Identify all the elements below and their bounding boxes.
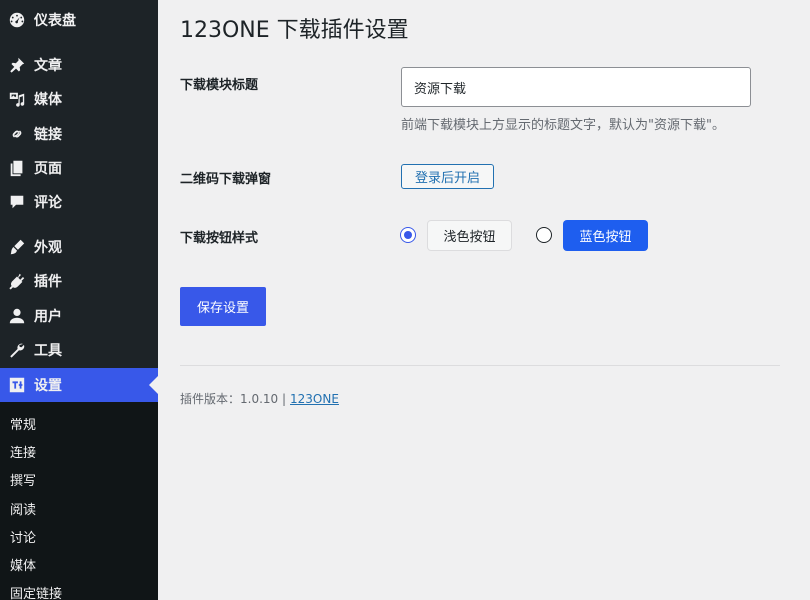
sidebar-item-label: 设置 <box>34 378 62 394</box>
sidebar-item-pages[interactable]: 页面 <box>0 151 158 185</box>
wrench-icon <box>7 340 27 360</box>
settings-submenu: 常规 连接 撰写 阅读 讨论 媒体 固定链接 <box>0 402 158 600</box>
sidebar-item-label: 仪表盘 <box>34 13 76 29</box>
divider <box>180 365 780 366</box>
footer: 插件版本：1.0.10 | 123ONE <box>180 390 339 407</box>
blue-style-option[interactable]: 蓝色按钮 <box>563 220 648 251</box>
main-content: 123ONE 下载插件设置 下载模块标题 前端下载模块上方显示的标题文字，默认为… <box>158 0 810 600</box>
version-text: 插件版本：1.0.10 | <box>180 392 287 406</box>
admin-sidebar: 仪表盘 文章 媒体 链接 页面 评论 外观 插件 用户 工具 设置 常规 连接 … <box>0 0 158 600</box>
sidebar-item-label: 插件 <box>34 274 62 290</box>
sidebar-item-plugins[interactable]: 插件 <box>0 264 158 298</box>
settings-icon <box>7 375 27 395</box>
sidebar-item-label: 文章 <box>34 58 62 74</box>
comment-icon <box>7 192 27 212</box>
sidebar-item-comments[interactable]: 评论 <box>0 185 158 219</box>
sidebar-item-label: 外观 <box>34 240 62 256</box>
qr-field-label: 二维码下载弹窗 <box>180 172 272 187</box>
submenu-item-permalinks[interactable]: 固定链接 <box>10 583 62 600</box>
sidebar-item-label: 链接 <box>34 127 62 143</box>
radio-blue-style[interactable] <box>536 227 552 243</box>
plugin-link[interactable]: 123ONE <box>290 392 339 406</box>
submenu-item-media[interactable]: 媒体 <box>10 555 36 574</box>
sidebar-item-users[interactable]: 用户 <box>0 299 158 333</box>
sidebar-item-label: 媒体 <box>34 92 62 108</box>
submenu-item-reading[interactable]: 阅读 <box>10 499 36 518</box>
sidebar-item-label: 页面 <box>34 161 62 177</box>
sidebar-item-dashboard[interactable]: 仪表盘 <box>0 3 158 37</box>
sidebar-item-links[interactable]: 链接 <box>0 117 158 151</box>
submenu-item-general[interactable]: 常规 <box>10 414 36 433</box>
dashboard-icon <box>7 10 27 30</box>
media-icon <box>7 89 27 109</box>
link-icon <box>7 124 27 144</box>
title-input[interactable] <box>401 67 751 107</box>
sidebar-item-media[interactable]: 媒体 <box>0 82 158 116</box>
pin-icon <box>7 55 27 75</box>
submenu-item-discussion[interactable]: 讨论 <box>10 527 36 546</box>
title-field-label: 下载模块标题 <box>180 78 259 93</box>
style-field-label: 下载按钮样式 <box>180 231 259 246</box>
sidebar-item-settings[interactable]: 设置 <box>0 368 158 402</box>
sidebar-item-label: 工具 <box>34 343 62 359</box>
save-settings-button[interactable]: 保存设置 <box>180 287 266 326</box>
page-title: 123ONE 下载插件设置 <box>180 18 409 43</box>
page-icon <box>7 158 27 178</box>
qr-login-toggle-button[interactable]: 登录后开启 <box>401 164 495 189</box>
radio-light-style[interactable] <box>400 227 416 243</box>
sidebar-item-label: 评论 <box>34 195 62 211</box>
user-icon <box>7 306 27 326</box>
sidebar-item-label: 用户 <box>34 309 62 325</box>
sidebar-item-appearance[interactable]: 外观 <box>0 230 158 264</box>
brush-icon <box>7 237 27 257</box>
sidebar-item-tools[interactable]: 工具 <box>0 333 158 367</box>
submenu-item-connection[interactable]: 连接 <box>10 442 36 461</box>
title-description: 前端下载模块上方显示的标题文字，默认为"资源下载"。 <box>401 118 725 133</box>
sidebar-item-posts[interactable]: 文章 <box>0 48 158 82</box>
light-style-option[interactable]: 浅色按钮 <box>427 220 512 251</box>
submenu-item-writing[interactable]: 撰写 <box>10 470 36 489</box>
plugin-icon <box>7 271 27 291</box>
